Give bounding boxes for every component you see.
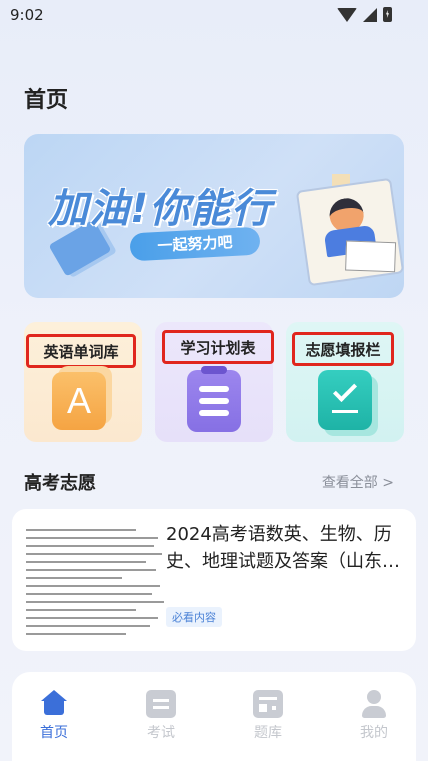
article-tag: 必看内容 xyxy=(166,607,222,627)
wifi-icon xyxy=(337,7,357,22)
quick-links: 英语单词库 A 学习计划表 志愿填报栏 xyxy=(24,322,404,442)
letter-a-icon: A xyxy=(52,372,106,430)
article-card[interactable]: 2024高考语数英、生物、历史、地理试题及答案（山东卷） 必看内容 xyxy=(12,509,416,651)
tab-label: 首页 xyxy=(40,725,68,741)
quick-link-label: 英语单词库 xyxy=(26,334,136,368)
banner[interactable]: 加油!你能行 一起努力吧 xyxy=(24,134,404,298)
student-illustration xyxy=(295,177,404,287)
home-icon xyxy=(39,690,69,718)
document-thumbnail xyxy=(26,523,168,637)
tab-profile[interactable]: 我的 xyxy=(334,690,414,742)
page-title: 首页 xyxy=(24,88,69,113)
question-bank-icon xyxy=(253,690,283,718)
view-all-link[interactable]: 查看全部 > xyxy=(322,472,394,492)
article-title: 2024高考语数英、生物、历史、地理试题及答案（山东卷） xyxy=(166,524,392,572)
status-icons xyxy=(337,7,392,22)
tab-exam[interactable]: 考试 xyxy=(121,690,201,742)
tab-question-bank[interactable]: 题库 xyxy=(228,690,308,742)
signal-icon xyxy=(363,7,377,22)
quick-link-volunteer-application[interactable]: 志愿填报栏 xyxy=(286,322,404,442)
battery-icon xyxy=(383,7,392,22)
exam-icon xyxy=(146,690,176,718)
tab-label: 我的 xyxy=(360,725,388,741)
section-title: 高考志愿 xyxy=(24,473,96,494)
tab-home[interactable]: 首页 xyxy=(14,690,94,742)
clipboard-list-icon xyxy=(187,366,241,432)
banner-slogan: 加油!你能行 xyxy=(48,186,273,232)
status-time: 9:02 xyxy=(10,6,44,24)
status-bar: 9:02 xyxy=(0,0,428,30)
bottom-tab-bar: 首页 考试 题库 我的 xyxy=(0,690,428,756)
tab-label: 考试 xyxy=(147,725,175,741)
banner-subtitle: 一起努力吧 xyxy=(129,226,261,262)
quick-link-label: 学习计划表 xyxy=(162,330,274,364)
quick-link-study-plan[interactable]: 学习计划表 xyxy=(155,322,274,442)
quick-link-english-words[interactable]: 英语单词库 A xyxy=(24,322,142,442)
checklist-icon xyxy=(318,370,372,430)
profile-icon xyxy=(359,690,389,718)
quick-link-label: 志愿填报栏 xyxy=(292,332,394,366)
tab-label: 题库 xyxy=(254,725,282,741)
